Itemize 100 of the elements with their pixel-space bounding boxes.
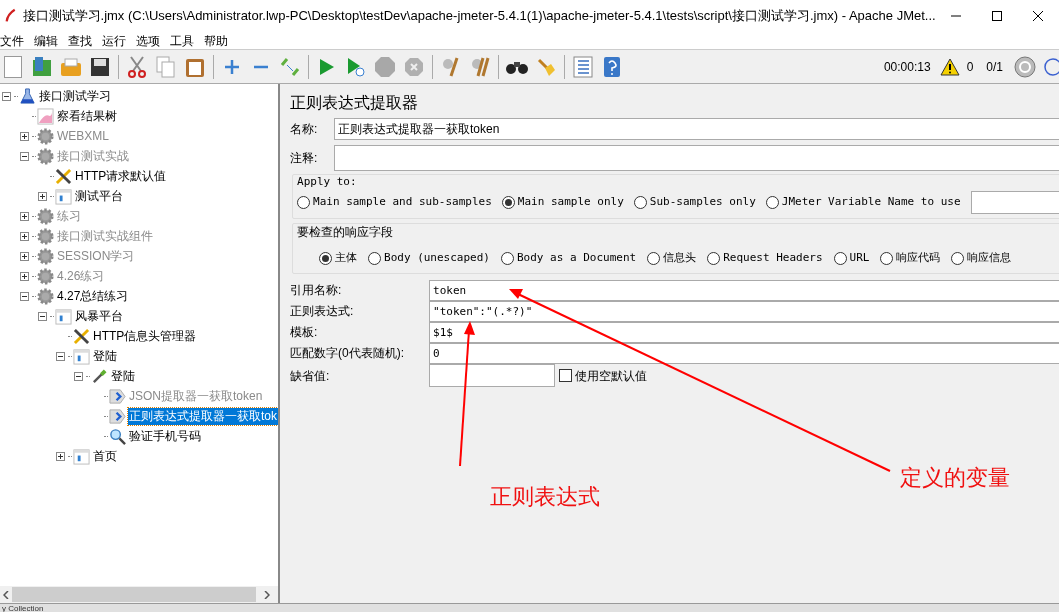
collapse-toggle[interactable] [2, 91, 11, 101]
maximize-icon [992, 11, 1003, 21]
radio-option[interactable]: 主体 [319, 250, 357, 267]
gear-icon [37, 127, 54, 145]
collapse-toggle[interactable] [74, 371, 83, 381]
radio-button[interactable] [501, 251, 514, 265]
tree-item[interactable]: 登陆 [110, 367, 136, 385]
chart-icon [37, 107, 54, 125]
window-icon [55, 307, 72, 325]
scroll-right-icon[interactable] [264, 590, 270, 599]
menu-item[interactable]: 编辑 [34, 31, 58, 50]
radio-option[interactable]: Body (unescaped) [368, 250, 490, 267]
collapse-toggle[interactable] [38, 311, 47, 321]
field-label: 缺省值: [290, 367, 331, 385]
gear-icon [37, 207, 54, 225]
warning-count: 0 [966, 58, 974, 76]
arrow-page-icon [109, 407, 126, 425]
field-label: 匹配数字(0代表随机): [290, 345, 405, 362]
radio-option[interactable]: Main sample only [501, 194, 624, 211]
tree-item[interactable]: 首页 [92, 447, 118, 465]
radio-button[interactable] [501, 196, 515, 209]
panel-title: 正则表达式提取器 [290, 93, 419, 113]
tree-item[interactable]: 接口测试学习 [38, 87, 112, 105]
tools-icon [73, 327, 90, 345]
field-label: 名称: [290, 121, 319, 138]
elapsed-time: 00:00:13 [883, 58, 931, 76]
radio-option[interactable]: Body as a Document [501, 250, 637, 267]
radio-button[interactable] [633, 196, 647, 209]
tools-icon [55, 167, 72, 185]
gear-icon [37, 287, 54, 305]
menu-item[interactable]: 选项 [136, 31, 160, 50]
radio-button[interactable] [368, 251, 381, 265]
radio-option[interactable]: 信息头 [647, 250, 697, 267]
menu-item[interactable]: 文件 [0, 31, 24, 50]
field-label: 模板: [290, 324, 319, 341]
name-field[interactable]: 正则表达式提取器一获取token [334, 118, 1059, 140]
text-field[interactable]: "token":"(.*?)" [429, 300, 1059, 322]
menu-item[interactable]: 工具 [170, 31, 194, 50]
scroll-left-icon[interactable] [3, 590, 9, 599]
arrow-page-icon [109, 387, 126, 405]
tree-item[interactable]: 验证手机号码 [128, 427, 202, 445]
annotation-label: 定义的变量 [900, 464, 1010, 492]
field-label: 正则表达式: [290, 303, 355, 320]
radio-button[interactable] [765, 196, 779, 209]
annotation-label: 正则表达式 [490, 483, 600, 511]
menu-item[interactable]: 查找 [68, 31, 92, 50]
gear-icon [37, 227, 54, 245]
radio-button[interactable] [647, 251, 661, 265]
radio-button[interactable] [833, 251, 847, 265]
radio-button[interactable] [951, 251, 965, 265]
tree-item[interactable]: HTTP信息头管理器 [92, 327, 198, 345]
radio-option[interactable]: Request Headers [707, 250, 823, 267]
globe-icon[interactable] [1043, 56, 1059, 77]
radio-button[interactable] [319, 251, 332, 265]
radio-button[interactable] [297, 196, 310, 209]
group-legend: Apply to: [297, 175, 1059, 189]
gear-icon [37, 267, 54, 285]
window-icon [73, 447, 90, 465]
tree-item[interactable]: 4.27总结练习 [56, 287, 130, 305]
tree-item[interactable]: 正则表达式提取器一获取tok [128, 407, 278, 425]
default-value-field[interactable] [429, 364, 555, 387]
menu-item[interactable]: 运行 [102, 31, 126, 50]
checkbox[interactable] [559, 369, 572, 382]
collapse-toggle[interactable] [56, 351, 65, 361]
collapse-toggle[interactable] [20, 291, 29, 301]
feather-icon [4, 8, 17, 24]
radio-option[interactable]: URL [833, 250, 870, 267]
gear-icon [37, 247, 54, 265]
thread-count: 0/1 [986, 58, 1003, 76]
window-icon [73, 347, 90, 365]
window-title: 接口测试学习.jmx (C:\Users\Administrator.lwp-PC\Desktop\testDev\apache-jmeter-5.4.1(1)\apache-jmeter-5.4.1\tests\script\接口测试学习.jmx) - Apache JMet... [22, 7, 936, 26]
horizontal-scrollbar[interactable] [0, 586, 278, 603]
radio-option[interactable]: Main sample and sub-samples [297, 194, 492, 211]
tree-item[interactable]: 察看结果树 [56, 107, 118, 125]
tree-item[interactable]: 风暴平台 [74, 307, 124, 325]
tree-item[interactable]: 登陆 [92, 347, 118, 365]
magnifier-icon [109, 427, 126, 445]
radio-button[interactable] [707, 251, 721, 265]
window-icon [55, 187, 72, 205]
field-label: 注释: [290, 150, 319, 167]
status-text: y Collection [1, 604, 45, 612]
dropper-icon [91, 367, 108, 385]
function-list-icon[interactable] [570, 53, 596, 80]
group-legend: 要检查的响应字段 [297, 224, 1059, 240]
flask-icon [19, 87, 36, 105]
checkbox-label: 使用空默认值 [575, 367, 647, 385]
radio-button[interactable] [880, 251, 894, 265]
text-field[interactable]: token [429, 279, 1059, 301]
close-icon [1033, 11, 1044, 21]
expand-toggle[interactable] [56, 451, 65, 461]
status-indicator-icon [1014, 55, 1036, 78]
warning-icon[interactable] [939, 57, 960, 76]
radio-option[interactable]: JMeter Variable Name to use [765, 194, 961, 211]
comment-field[interactable] [334, 145, 1059, 171]
field-label: 引用名称: [290, 282, 343, 299]
gear-icon [37, 147, 54, 165]
radio-option[interactable]: Sub-samples only [633, 194, 756, 211]
radio-option[interactable]: 响应信息 [951, 250, 1012, 267]
radio-option[interactable]: 响应代码 [880, 250, 941, 267]
menu-item[interactable]: 帮助 [204, 31, 228, 50]
